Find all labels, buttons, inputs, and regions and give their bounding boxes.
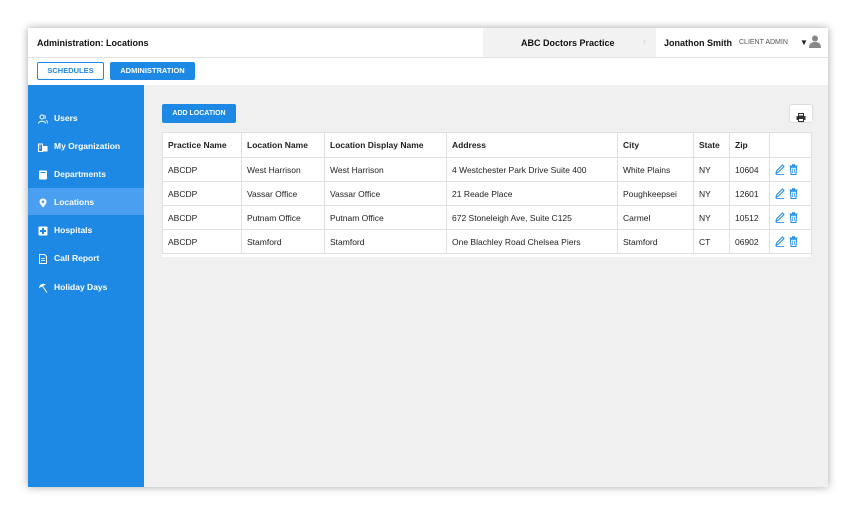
- tab-administration[interactable]: ADMINISTRATION: [110, 62, 195, 80]
- column-header: Zip: [729, 132, 770, 158]
- edit-pencil-icon[interactable]: [775, 212, 785, 224]
- edit-pencil-icon[interactable]: [775, 164, 785, 176]
- table-cell: One Blachley Road Chelsea Piers: [446, 229, 618, 254]
- edit-pencil-icon[interactable]: [775, 188, 785, 200]
- column-header: Address: [446, 132, 618, 158]
- user-role: CLIENT ADMIN: [739, 39, 788, 46]
- table-cell: Vassar Office: [241, 181, 325, 206]
- hospital-cross-icon: [38, 223, 48, 236]
- tab-bar: SCHEDULES ADMINISTRATION: [28, 58, 828, 85]
- table-cell: Putnam Office: [324, 205, 447, 230]
- table-cell: Stamford: [617, 229, 694, 254]
- table-cell: NY: [693, 181, 730, 206]
- table-cell: 672 Stoneleigh Ave, Suite C125: [446, 205, 618, 230]
- table-header-row: Practice Name Location Name Location Dis…: [162, 132, 812, 158]
- table-cell: Stamford: [324, 229, 447, 254]
- sidebar-item-label: My Organization: [54, 141, 121, 151]
- column-header: [769, 132, 812, 158]
- table-row: ABCDP Putnam Office Putnam Office 672 St…: [162, 205, 812, 230]
- sidebar-item-hospitals[interactable]: Hospitals: [28, 216, 144, 243]
- table-cell: NY: [693, 157, 730, 182]
- delete-trash-icon[interactable]: [789, 236, 799, 248]
- sidebar-item-label: Departments: [54, 169, 106, 179]
- column-header: State: [693, 132, 730, 158]
- table-cell: ABCDP: [162, 157, 242, 182]
- table-cell: NY: [693, 205, 730, 230]
- delete-trash-icon[interactable]: [789, 188, 799, 200]
- table-row: ABCDP Stamford Stamford One Blachley Roa…: [162, 229, 812, 254]
- practice-selector[interactable]: ABC Doctors Practice ›: [483, 28, 656, 57]
- users-icon: [38, 111, 48, 124]
- delete-trash-icon[interactable]: [789, 164, 799, 176]
- table-cell: 12601: [729, 181, 770, 206]
- sidebar-item-label: Locations: [54, 197, 95, 207]
- sidebar: Users My Organization Departments Locati…: [28, 85, 144, 487]
- sidebar-item-users[interactable]: Users: [28, 104, 144, 131]
- table-cell: West Harrison: [241, 157, 325, 182]
- row-actions: [769, 157, 812, 182]
- sidebar-item-label: Holiday Days: [54, 282, 108, 292]
- user-name[interactable]: Jonathon Smith: [664, 38, 732, 48]
- sidebar-item-locations[interactable]: Locations: [28, 188, 144, 215]
- table-row: ABCDP West Harrison West Harrison 4 West…: [162, 157, 812, 182]
- column-header: Location Name: [241, 132, 325, 158]
- table-cell: Putnam Office: [241, 205, 325, 230]
- book-icon: [38, 167, 48, 180]
- table-cell: Vassar Office: [324, 181, 447, 206]
- table-cell: Carmel: [617, 205, 694, 230]
- table-cell: 06902: [729, 229, 770, 254]
- table-row: ABCDP Vassar Office Vassar Office 21 Rea…: [162, 181, 812, 206]
- app-window: Administration: Locations ABC Doctors Pr…: [28, 28, 828, 487]
- top-bar: Administration: Locations ABC Doctors Pr…: [28, 28, 828, 58]
- sidebar-item-my-organization[interactable]: My Organization: [28, 132, 144, 159]
- user-avatar-icon[interactable]: [809, 35, 821, 53]
- locations-table: Practice Name Location Name Location Dis…: [162, 132, 812, 257]
- column-header: Location Display Name: [324, 132, 447, 158]
- table-cell: White Plains: [617, 157, 694, 182]
- table-cell: 10604: [729, 157, 770, 182]
- column-header: City: [617, 132, 694, 158]
- sidebar-item-call-report[interactable]: Call Report: [28, 244, 144, 271]
- print-button[interactable]: [789, 104, 813, 123]
- row-actions: [769, 229, 812, 254]
- delete-trash-icon[interactable]: [789, 212, 799, 224]
- column-header: Practice Name: [162, 132, 242, 158]
- page-title: Administration: Locations: [37, 38, 149, 48]
- table-cell: ABCDP: [162, 181, 242, 206]
- add-location-button[interactable]: ADD LOCATION: [162, 104, 236, 123]
- practice-name: ABC Doctors Practice: [521, 38, 615, 48]
- table-cell: 10512: [729, 205, 770, 230]
- chevron-right-icon: ›: [643, 36, 646, 46]
- sidebar-item-label: Hospitals: [54, 225, 93, 235]
- table-cell: West Harrison: [324, 157, 447, 182]
- table-cell: ABCDP: [162, 205, 242, 230]
- table-cell: 4 Westchester Park Drive Suite 400: [446, 157, 618, 182]
- sidebar-item-holiday-days[interactable]: Holiday Days: [28, 273, 144, 300]
- tab-schedules[interactable]: SCHEDULES: [37, 62, 104, 80]
- map-pin-icon: [38, 195, 48, 208]
- print-icon: [796, 109, 806, 127]
- sidebar-item-label: Users: [54, 113, 78, 123]
- document-icon: [38, 251, 48, 264]
- building-icon: [38, 139, 48, 152]
- edit-pencil-icon[interactable]: [775, 236, 785, 248]
- row-actions: [769, 181, 812, 206]
- table-cell: 21 Reade Place: [446, 181, 618, 206]
- table-cell: Poughkeepsei: [617, 181, 694, 206]
- table-cell: CT: [693, 229, 730, 254]
- umbrella-icon: [38, 280, 48, 293]
- table-cell: ABCDP: [162, 229, 242, 254]
- sidebar-item-label: Call Report: [54, 253, 100, 263]
- table-cell: Stamford: [241, 229, 325, 254]
- sidebar-item-departments[interactable]: Departments: [28, 160, 144, 187]
- caret-down-icon[interactable]: ▼: [800, 38, 808, 47]
- row-actions: [769, 205, 812, 230]
